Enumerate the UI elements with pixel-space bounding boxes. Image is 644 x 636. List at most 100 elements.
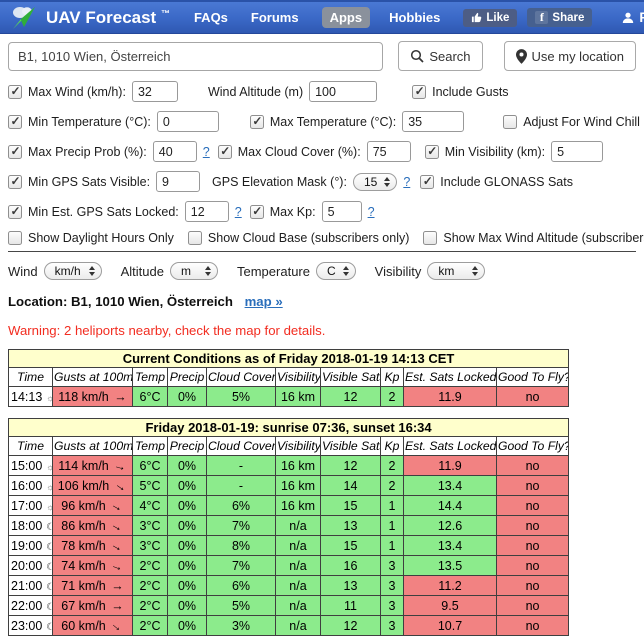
good-to-fly-cell: no — [497, 387, 569, 407]
min-temperature-checkbox[interactable] — [8, 115, 22, 129]
column-header: Kp — [381, 437, 404, 456]
gps-elevation-mask-help-link[interactable]: ? — [403, 175, 410, 189]
filter-row-wind: Max Wind (km/h): Wind Altitude (m) Inclu… — [8, 81, 636, 102]
temp-cell: 3°C — [133, 516, 168, 536]
use-my-location-button[interactable]: Use my location — [504, 41, 636, 71]
sats-locked-cell: 10.7 — [404, 616, 497, 636]
visible-sats-cell: 13 — [321, 516, 381, 536]
max-kp-help-link[interactable]: ? — [368, 205, 375, 219]
max-wind-checkbox[interactable] — [8, 85, 22, 99]
current-conditions-table: Current Conditions as of Friday 2018-01-… — [8, 349, 569, 407]
forecast-tables: Current Conditions as of Friday 2018-01-… — [0, 349, 644, 636]
wind-gust-cell: 67 km/h → — [53, 596, 133, 616]
adjust-wind-chill-checkbox[interactable] — [503, 115, 517, 129]
min-est-sats-locked-help-link[interactable]: ? — [235, 205, 242, 219]
facebook-like-button[interactable]: Like — [463, 9, 517, 27]
column-header: Visibility — [276, 368, 321, 387]
max-cloud-cover-checkbox[interactable] — [218, 145, 232, 159]
location-search-input[interactable] — [8, 42, 383, 71]
visible-sats-cell: 12 — [321, 387, 381, 407]
min-visibility-input[interactable] — [551, 141, 603, 162]
min-est-sats-locked-input[interactable] — [185, 201, 229, 222]
column-header: Temp — [133, 437, 168, 456]
show-daylight-only-checkbox[interactable] — [8, 231, 22, 245]
show-max-wind-altitude-checkbox[interactable] — [423, 231, 437, 245]
min-temperature-input[interactable] — [157, 111, 219, 132]
forecast-row: 18:00☾86 km/h →3°C0%7%n/a13112.6no — [9, 516, 569, 536]
register-link[interactable]: Register — [622, 10, 644, 25]
wind-altitude-input[interactable] — [309, 81, 377, 102]
column-header: Est. Sats Locked — [404, 368, 497, 387]
show-cloud-base-label: Show Cloud Base (subscribers only) — [208, 231, 409, 245]
thumbs-up-icon — [471, 12, 482, 23]
sats-locked-cell: 11.9 — [404, 456, 497, 476]
wind-gust-cell: 60 km/h → — [53, 616, 133, 636]
nav-item-forums[interactable]: Forums — [251, 10, 299, 25]
sats-locked-cell: 13.4 — [404, 476, 497, 496]
max-kp-label: Max Kp: — [270, 205, 316, 219]
min-est-sats-locked-checkbox[interactable] — [8, 205, 22, 219]
filter-row-show-options: Show Daylight Hours Only Show Cloud Base… — [8, 231, 636, 245]
show-daylight-only-label: Show Daylight Hours Only — [28, 231, 174, 245]
facebook-share-button[interactable]: f Share — [527, 8, 592, 27]
max-kp-input[interactable] — [322, 201, 362, 222]
wind-gust-cell: 71 km/h → — [53, 576, 133, 596]
min-visibility-label: Min Visibility (km): — [445, 145, 545, 159]
search-button[interactable]: Search — [398, 41, 482, 71]
visible-sats-cell: 11 — [321, 596, 381, 616]
forecast-row: 22:00☾67 km/h →2°C0%5%n/a1139.5no — [9, 596, 569, 616]
nav-item-apps[interactable]: Apps — [322, 7, 371, 28]
uav-forecast-logo-icon — [10, 4, 38, 31]
wind-unit-select[interactable]: km/h — [44, 262, 102, 280]
cloud-cover-cell: 5% — [207, 596, 276, 616]
max-cloud-cover-input[interactable] — [367, 141, 411, 162]
include-gusts-checkbox[interactable] — [412, 85, 426, 99]
nav-item-hobbies[interactable]: Hobbies — [389, 10, 440, 25]
visible-sats-cell: 16 — [321, 556, 381, 576]
use-my-location-label: Use my location — [532, 49, 624, 64]
temp-cell: 5°C — [133, 476, 168, 496]
max-precip-input[interactable] — [153, 141, 197, 162]
kp-cell: 1 — [381, 516, 404, 536]
filter-row-locked: Min Est. GPS Sats Locked: ? Max Kp: ? — [8, 201, 636, 222]
max-temperature-checkbox[interactable] — [250, 115, 264, 129]
include-glonass-label: Include GLONASS Sats — [440, 175, 573, 189]
max-kp-checkbox[interactable] — [250, 205, 264, 219]
visible-sats-cell: 12 — [321, 456, 381, 476]
column-header: Time — [9, 368, 53, 387]
nav-item-faqs[interactable]: FAQs — [194, 10, 228, 25]
min-gps-sats-checkbox[interactable] — [8, 175, 22, 189]
sats-locked-cell: 14.4 — [404, 496, 497, 516]
column-header: Cloud Cover — [207, 437, 276, 456]
altitude-unit-label: Altitude — [121, 264, 164, 279]
altitude-unit-select[interactable]: m — [170, 262, 218, 280]
min-gps-sats-label: Min GPS Sats Visible: — [28, 175, 150, 189]
max-precip-checkbox[interactable] — [8, 145, 22, 159]
visibility-cell: 16 km — [276, 476, 321, 496]
kp-cell: 2 — [381, 456, 404, 476]
column-header: Precip — [168, 437, 207, 456]
max-wind-input[interactable] — [132, 81, 178, 102]
show-cloud-base-checkbox[interactable] — [188, 231, 202, 245]
wind-gust-cell: 118 km/h → — [53, 387, 133, 407]
max-temperature-input[interactable] — [402, 111, 464, 132]
gps-elevation-mask-select[interactable]: 15 — [353, 173, 397, 191]
register-label: Register — [639, 10, 644, 25]
visibility-cell: n/a — [276, 516, 321, 536]
good-to-fly-cell: no — [497, 616, 569, 636]
table-title: Current Conditions as of Friday 2018-01-… — [9, 350, 569, 368]
temperature-unit-select[interactable]: C — [316, 262, 356, 280]
max-temperature-label: Max Temperature (°C): — [270, 115, 396, 129]
adjust-wind-chill-label: Adjust For Wind Chill — [523, 115, 640, 129]
cloud-cover-cell: 6% — [207, 496, 276, 516]
kp-cell: 1 — [381, 496, 404, 516]
min-gps-sats-input[interactable] — [156, 171, 200, 192]
select-arrows-icon — [472, 266, 478, 276]
map-link[interactable]: map » — [245, 294, 283, 309]
max-precip-help-link[interactable]: ? — [203, 145, 210, 159]
visibility-unit-select[interactable]: km — [427, 262, 485, 280]
min-visibility-checkbox[interactable] — [425, 145, 439, 159]
good-to-fly-cell: no — [497, 476, 569, 496]
include-glonass-checkbox[interactable] — [420, 175, 434, 189]
column-header: Visibility — [276, 437, 321, 456]
